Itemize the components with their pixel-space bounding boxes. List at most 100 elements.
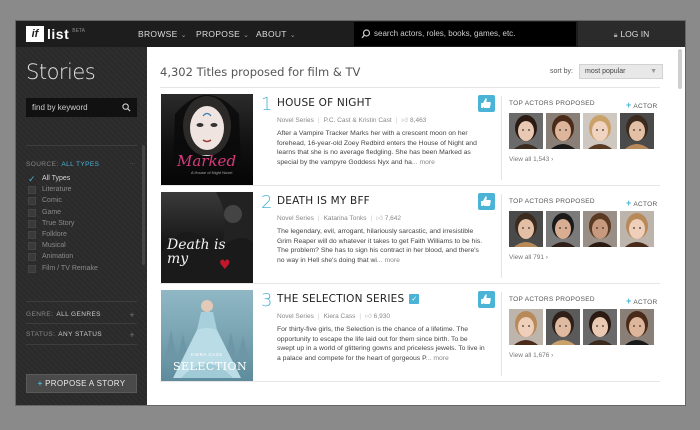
story-poster[interactable]: Marked A House of Night Novel — [161, 94, 253, 185]
caret-down-icon: ▼ — [650, 68, 657, 75]
checkbox[interactable] — [28, 208, 36, 217]
login-button[interactable]: 🔒︎ LOG IN — [578, 21, 685, 47]
nav-propose[interactable]: PROPOSE ⌄ — [196, 21, 249, 47]
checkbox[interactable] — [28, 264, 36, 273]
top-actors-list — [509, 113, 654, 149]
story-title-link[interactable]: THE SELECTION SERIES ✓ — [277, 293, 420, 305]
read-more-link[interactable]: ... more — [377, 257, 400, 264]
actor-photo[interactable] — [546, 211, 580, 247]
actor-photo[interactable] — [509, 211, 543, 247]
read-more-link[interactable]: ... more — [426, 355, 449, 362]
sort-label: sort by: — [550, 68, 573, 75]
chevron-down-icon: ⌄ — [289, 32, 296, 39]
thumbs-up-icon — [481, 196, 491, 206]
add-actor-button[interactable]: + ACTOR — [626, 100, 657, 110]
divider — [26, 344, 137, 345]
story-rank: 1 — [261, 94, 273, 115]
like-button[interactable] — [478, 291, 495, 308]
actor-photo[interactable] — [509, 113, 543, 149]
actor-photo[interactable] — [583, 309, 617, 345]
page-scrollbar[interactable] — [678, 49, 682, 89]
story-description: For thirty-five girls, the Selection is … — [277, 325, 487, 363]
source-type-label: Game — [42, 208, 62, 216]
add-actor-button[interactable]: + ACTOR — [626, 198, 657, 208]
actor-photo[interactable] — [509, 309, 543, 345]
story-author-link[interactable]: Katarina Tonks — [324, 215, 367, 222]
story-title-link[interactable]: HOUSE OF NIGHT — [277, 97, 371, 109]
read-more-link[interactable]: ... more — [412, 159, 435, 166]
nav-browse-label: BROWSE — [138, 29, 178, 39]
story-poster[interactable]: Death is my ♥ — [161, 192, 253, 283]
thumbs-up-icon — [481, 98, 491, 108]
add-actor-button[interactable]: + ACTOR — [626, 296, 657, 306]
nav-about[interactable]: ABOUT ⌄ — [256, 21, 296, 47]
genre-filter[interactable]: GENRE: ALL GENRES + — [26, 310, 137, 320]
source-filter-header[interactable]: SOURCE: ALL TYPES … — [26, 159, 136, 168]
story-description-text: For thirty-five girls, the Selection is … — [277, 326, 485, 362]
chevron-right-icon: › — [551, 352, 554, 359]
like-button[interactable] — [478, 95, 495, 112]
view-all-label: View all 791 — [509, 254, 544, 261]
status-filter[interactable]: STATUS: ANY STATUS + — [26, 330, 137, 340]
expand-plus-icon[interactable]: + — [129, 310, 135, 320]
actor-photo[interactable] — [583, 211, 617, 247]
like-button[interactable] — [478, 193, 495, 210]
view-all-actors-link[interactable]: View all 1,543 › — [509, 156, 553, 163]
checkbox[interactable] — [28, 197, 36, 206]
separator: | — [395, 117, 398, 124]
actor-photo[interactable] — [583, 113, 617, 149]
story-poster[interactable]: KIERA CASS SELECTION — [161, 290, 253, 381]
story-meta: Novel Series | Katarina Tonks | 👍︎ 7,642 — [277, 214, 401, 222]
source-type-option[interactable]: Comic — [28, 195, 98, 206]
actor-photo[interactable] — [620, 113, 654, 149]
top-actors-heading: TOP ACTORS PROPOSED — [509, 198, 595, 205]
checkbox[interactable] — [28, 219, 36, 228]
divider — [501, 292, 502, 376]
view-all-actors-link[interactable]: View all 791 › — [509, 254, 548, 261]
source-type-option[interactable]: ✓ All Types — [28, 173, 98, 184]
nav-browse[interactable]: BROWSE ⌄ — [138, 21, 187, 47]
global-search-input[interactable]: search actors, roles, books, games, etc. — [354, 22, 576, 46]
search-icon — [361, 29, 371, 39]
view-all-actors-link[interactable]: View all 1,676 › — [509, 352, 553, 359]
source-type-label: All Types — [42, 175, 71, 182]
story-author-link[interactable]: Kiera Cass — [324, 313, 356, 320]
source-type-option[interactable]: Musical — [28, 240, 98, 251]
story-title-link[interactable]: DEATH IS MY BFF — [277, 195, 370, 207]
source-type-label: Musical — [42, 242, 66, 250]
checkbox[interactable] — [28, 230, 36, 239]
chevron-down-icon: ⌄ — [243, 32, 250, 39]
story-author-link[interactable]: P.C. Cast & Kristin Cast — [324, 117, 392, 124]
checkbox[interactable] — [28, 186, 36, 195]
poster-author: KIERA CASS — [191, 352, 223, 357]
plus-icon: + — [37, 379, 43, 388]
divider — [26, 323, 137, 324]
source-type-option[interactable]: Animation — [28, 251, 98, 262]
actor-photo[interactable] — [546, 113, 580, 149]
sidebar-scrollbar[interactable] — [142, 145, 145, 265]
expand-plus-icon[interactable]: + — [129, 330, 135, 340]
page-title: Stories — [26, 60, 96, 84]
iflist-logo[interactable]: if list BETA — [26, 26, 85, 42]
browser-viewport: if list BETA BROWSE ⌄ PROPOSE ⌄ ABOUT ⌄ sea… — [16, 21, 685, 405]
story-type: Novel Series — [277, 313, 314, 320]
propose-story-button[interactable]: + PROPOSE A STORY — [26, 374, 137, 393]
source-type-option[interactable]: Game — [28, 207, 98, 218]
results-count: 4,302 — [160, 65, 193, 79]
sort-select[interactable]: most popular ▼ — [579, 64, 663, 79]
checkbox[interactable] — [28, 242, 36, 251]
checkbox[interactable] — [28, 253, 36, 262]
more-options-icon[interactable]: … — [129, 159, 136, 166]
source-type-option[interactable]: Film / TV Remake — [28, 263, 98, 274]
divider — [26, 301, 137, 302]
source-type-option[interactable]: Literature — [28, 184, 98, 195]
sort-value: most popular — [585, 68, 626, 75]
keyword-search-input[interactable]: find by keyword — [26, 98, 137, 117]
source-type-option[interactable]: Folklore — [28, 229, 98, 240]
checkmark-icon[interactable]: ✓ — [28, 175, 36, 184]
source-type-label: Literature — [42, 186, 72, 194]
source-type-option[interactable]: True Story — [28, 218, 98, 229]
actor-photo[interactable] — [546, 309, 580, 345]
actor-photo[interactable] — [620, 211, 654, 247]
actor-photo[interactable] — [620, 309, 654, 345]
